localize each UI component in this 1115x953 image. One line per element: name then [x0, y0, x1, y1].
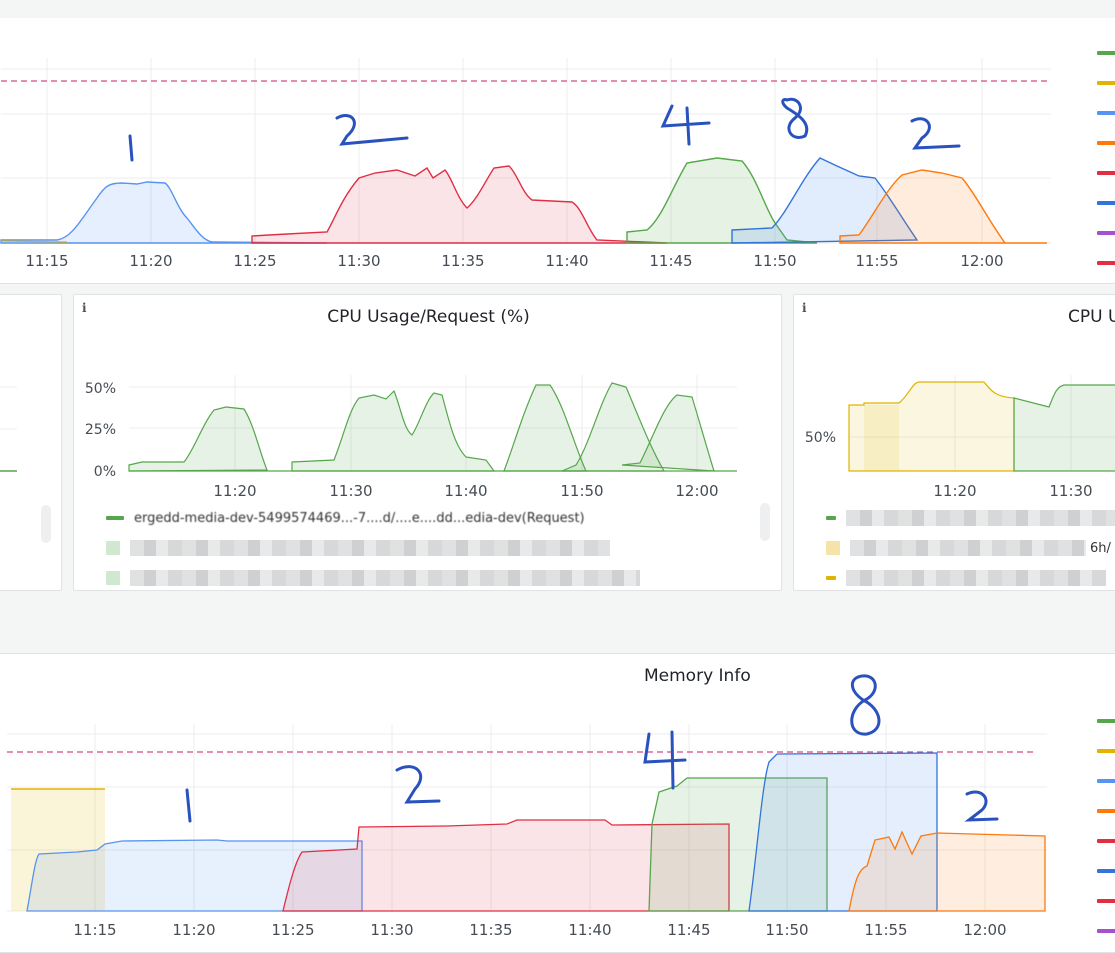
legend-label: ergedd-media-dev-5499574469...-7....d/..… — [134, 510, 585, 526]
tick-label: 11:55 — [855, 252, 898, 270]
legend-fragment: 6h/ — [1090, 540, 1111, 556]
legend-swatch[interactable] — [1097, 171, 1115, 175]
legend-swatch — [106, 571, 120, 585]
tick-label: 11:55 — [864, 921, 907, 939]
cpu-request-x-axis: 11:20 11:30 11:40 11:50 12:00 — [213, 482, 718, 500]
legend-scrollbar[interactable] — [41, 505, 51, 543]
memory-chart: 11:15 11:20 11:25 11:30 11:35 11:40 11:4… — [7, 674, 1047, 939]
legend-item-blurred[interactable] — [826, 567, 1106, 589]
tick-label: 11:50 — [753, 252, 796, 270]
legend-swatch[interactable] — [1097, 839, 1115, 843]
legend-swatch[interactable] — [1097, 141, 1115, 145]
legend-swatch[interactable] — [1097, 749, 1115, 753]
legend-item-blurred[interactable]: 6h/ — [826, 537, 1111, 559]
tick-label: 11:25 — [233, 252, 276, 270]
legend-swatch — [106, 541, 120, 555]
redacted-label — [850, 540, 1086, 556]
top-x-axis: 11:15 11:20 11:25 11:30 11:35 11:40 11:4… — [25, 252, 1003, 270]
legend-item-blurred[interactable] — [826, 507, 1115, 529]
tick-label: 11:30 — [370, 921, 413, 939]
tick-label: 50% — [85, 381, 116, 397]
legend-swatch[interactable] — [1097, 231, 1115, 235]
legend-swatch[interactable] — [1097, 779, 1115, 783]
legend-item[interactable]: ergedd-media-dev-5499574469...-7....d/..… — [106, 507, 585, 529]
top-cpu-chart: 11:15 11:20 11:25 11:30 11:35 11:40 11:4… — [0, 58, 1051, 270]
tick-label: 25% — [85, 422, 116, 438]
tick-label: 50% — [805, 430, 836, 446]
tick-label: 11:50 — [765, 921, 808, 939]
redacted-label — [130, 540, 610, 556]
memory-x-axis: 11:15 11:20 11:25 11:30 11:35 11:40 11:4… — [73, 921, 1006, 939]
legend-swatch[interactable] — [1097, 261, 1115, 265]
tick-label: 11:45 — [649, 252, 692, 270]
legend-swatch[interactable] — [1097, 719, 1115, 723]
tick-label: 11:45 — [667, 921, 710, 939]
tick-label: 11:15 — [73, 921, 116, 939]
cpu-right-panel: i CPU U 50% 11:20 11:30 6h/ — [793, 294, 1115, 591]
tick-label: 12:00 — [960, 252, 1003, 270]
tick-label: 11:50 — [560, 482, 603, 500]
tick-label: 11:35 — [469, 921, 512, 939]
tick-label: 12:00 — [675, 482, 718, 500]
panel-title[interactable]: CPU U — [1068, 307, 1115, 327]
cpu-usage-request-panel: i CPU Usage/Request (%) 50% 25% 0% 11:20… — [73, 294, 782, 591]
legend-swatch[interactable] — [1097, 81, 1115, 85]
legend-swatch[interactable] — [1097, 111, 1115, 115]
tick-label: 12:00 — [963, 921, 1006, 939]
legend-item-blurred[interactable] — [106, 567, 640, 589]
tick-label: 11:35 — [441, 252, 484, 270]
top-cpu-panel: 11:15 11:20 11:25 11:30 11:35 11:40 11:4… — [0, 18, 1115, 284]
memory-info-panel: Memory Info 11:15 11:20 11:25 11:30 11:3… — [0, 653, 1115, 953]
redacted-label — [130, 570, 640, 586]
tick-label: 11:40 — [444, 482, 487, 500]
legend-swatch[interactable] — [1097, 899, 1115, 903]
tick-label: 11:20 — [933, 482, 976, 500]
tick-label: 0% — [94, 464, 116, 480]
tick-label: 11:40 — [545, 252, 588, 270]
tick-label: 11:30 — [1049, 482, 1092, 500]
legend-swatch[interactable] — [1097, 929, 1115, 933]
tick-label: 11:20 — [172, 921, 215, 939]
cpu-request-y-axis: 50% 25% 0% — [85, 381, 116, 480]
left-partial-chart — [0, 386, 17, 472]
legend-swatch — [826, 541, 840, 555]
legend-swatch[interactable] — [1097, 201, 1115, 205]
tick-label: 11:40 — [568, 921, 611, 939]
tick-label: 11:30 — [329, 482, 372, 500]
legend-scrollbar[interactable] — [760, 503, 770, 541]
legend-swatch[interactable] — [1097, 809, 1115, 813]
redacted-label — [846, 570, 1106, 586]
panel-title[interactable]: CPU Usage/Request (%) — [74, 307, 781, 327]
tick-label: 11:20 — [213, 482, 256, 500]
legend-swatch[interactable] — [1097, 869, 1115, 873]
legend-swatch — [826, 576, 836, 580]
legend-swatch — [106, 516, 124, 520]
redacted-label — [846, 510, 1115, 526]
legend-swatch[interactable] — [1097, 51, 1115, 55]
tick-label: 11:20 — [129, 252, 172, 270]
info-icon[interactable]: i — [802, 301, 807, 315]
tick-label: 11:25 — [271, 921, 314, 939]
left-partial-panel — [0, 294, 62, 591]
tick-label: 11:30 — [337, 252, 380, 270]
tick-label: 11:15 — [25, 252, 68, 270]
legend-item-blurred[interactable] — [106, 537, 610, 559]
legend-swatch — [826, 516, 836, 520]
